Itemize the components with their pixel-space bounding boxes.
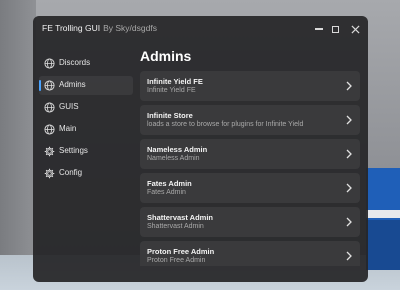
- minimize-button[interactable]: [311, 21, 327, 37]
- maximize-icon: [331, 25, 339, 33]
- gui-window: FE Trolling GUI By Sky/dsgdfs Discords Ad…: [33, 16, 368, 282]
- admin-card-fates-admin[interactable]: Fates Admin Fates Admin: [140, 173, 360, 203]
- sidebar-item-main[interactable]: Main: [39, 120, 133, 139]
- window-title-text: FE Trolling GUI: [42, 23, 101, 33]
- title-bar[interactable]: FE Trolling GUI By Sky/dsgdfs: [33, 16, 368, 42]
- card-description: Shattervast Admin: [147, 223, 204, 230]
- background-blue-object-lower: [366, 220, 400, 270]
- sidebar-item-label: Main: [59, 124, 77, 133]
- window-subtitle: By Sky/dsgdfs: [103, 23, 157, 33]
- background-stripe: [366, 210, 400, 218]
- sidebar-item-config[interactable]: Config: [39, 164, 133, 183]
- background-wall: [0, 0, 36, 290]
- sidebar-item-label: GUIS: [59, 102, 79, 111]
- minimize-icon: [315, 28, 323, 30]
- card-description: Fates Admin: [147, 189, 186, 196]
- globe-icon: [44, 102, 55, 113]
- chevron-right-icon: [346, 183, 352, 193]
- sidebar-item-guis[interactable]: GUIS: [39, 98, 133, 117]
- chevron-right-icon: [346, 217, 352, 227]
- admin-card-proton-free-admin[interactable]: Proton Free Admin Proton Free Admin: [140, 241, 360, 266]
- maximize-button[interactable]: [327, 21, 343, 37]
- sidebar-item-label: Settings: [59, 146, 88, 155]
- globe-icon: [44, 124, 55, 135]
- card-description: Nameless Admin: [147, 155, 200, 162]
- card-title: Proton Free Admin: [147, 247, 215, 256]
- gear-icon: [44, 146, 55, 157]
- card-title: Infinite Store: [147, 111, 193, 120]
- card-description: loads a store to browse for plugins for …: [147, 121, 304, 128]
- active-indicator: [39, 80, 41, 91]
- sidebar-item-label: Config: [59, 168, 83, 177]
- close-button[interactable]: [347, 21, 363, 37]
- gear-icon: [44, 168, 55, 179]
- close-icon: [350, 24, 360, 34]
- chevron-right-icon: [346, 81, 352, 91]
- admin-card-nameless-admin[interactable]: Nameless Admin Nameless Admin: [140, 139, 360, 169]
- admin-card-shattervast-admin[interactable]: Shattervast Admin Shattervast Admin: [140, 207, 360, 237]
- admin-list[interactable]: Infinite Yield FE Infinite Yield FE Infi…: [140, 71, 368, 266]
- chevron-right-icon: [346, 115, 352, 125]
- card-title: Fates Admin: [147, 179, 192, 188]
- page-title: Admins: [140, 48, 192, 64]
- sidebar-item-admins[interactable]: Admins: [39, 76, 133, 95]
- admin-card-infinite-store[interactable]: Infinite Store loads a store to browse f…: [140, 105, 360, 135]
- globe-icon: [44, 58, 55, 69]
- chevron-right-icon: [346, 149, 352, 159]
- sidebar-item-label: Admins: [59, 80, 86, 89]
- card-title: Infinite Yield FE: [147, 77, 203, 86]
- sidebar-item-label: Discords: [59, 58, 91, 67]
- window-title: FE Trolling GUI By Sky/dsgdfs: [42, 23, 157, 33]
- card-title: Shattervast Admin: [147, 213, 213, 222]
- globe-icon: [44, 80, 55, 91]
- sidebar-item-settings[interactable]: Settings: [39, 142, 133, 161]
- card-description: Proton Free Admin: [147, 257, 206, 264]
- card-title: Nameless Admin: [147, 145, 208, 154]
- admin-card-infinite-yield-fe[interactable]: Infinite Yield FE Infinite Yield FE: [140, 71, 360, 101]
- card-description: Infinite Yield FE: [147, 87, 196, 94]
- chevron-right-icon: [346, 251, 352, 261]
- sidebar-item-discords[interactable]: Discords: [39, 54, 133, 73]
